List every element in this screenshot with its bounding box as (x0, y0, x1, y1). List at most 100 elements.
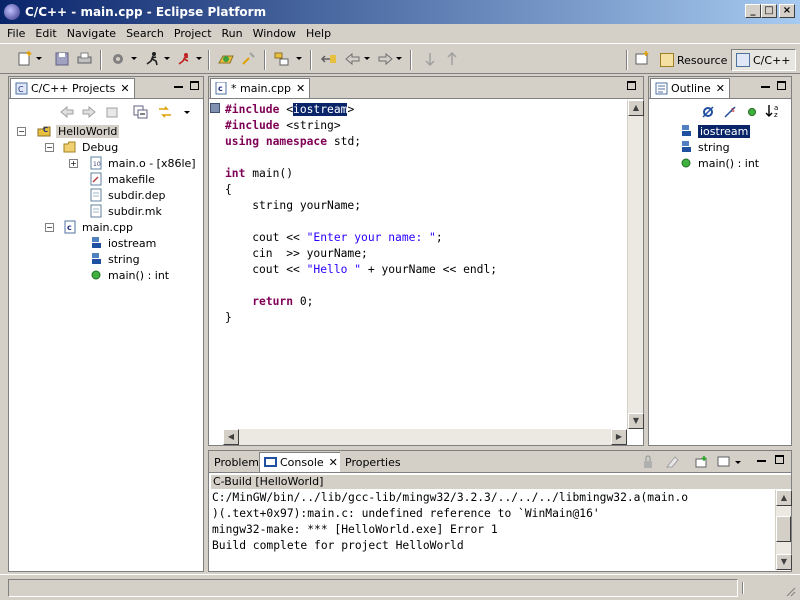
outline-item-iostream[interactable]: iostream (679, 123, 751, 139)
debug-icon[interactable] (176, 51, 194, 67)
editor-vertical-scrollbar[interactable]: ▲ ▼ (627, 100, 644, 429)
maximize-view-icon[interactable] (775, 455, 787, 467)
scroll-left-icon[interactable]: ◀ (223, 429, 239, 445)
back-icon[interactable] (344, 51, 362, 67)
run-dropdown-icon[interactable] (164, 57, 170, 60)
next-annotation-icon[interactable] (422, 51, 440, 67)
perspective-cpp[interactable]: C/C++ (731, 49, 796, 71)
tree-item-iostream[interactable]: iostream (89, 235, 156, 251)
run-icon[interactable] (144, 51, 162, 67)
tree-item-main-o[interactable]: 10 main.o - [x86le] (89, 155, 196, 171)
close-button[interactable]: × (779, 4, 795, 18)
hide-static-icon[interactable]: s (723, 105, 737, 122)
outline-item-main-function[interactable]: main() : int (679, 155, 759, 171)
menu-project[interactable]: Project (169, 27, 217, 40)
search-icon[interactable] (240, 51, 258, 67)
prev-annotation-icon[interactable] (444, 51, 462, 67)
minimize-button[interactable]: _ (745, 4, 761, 18)
scroll-up-icon[interactable]: ▲ (776, 490, 792, 506)
collapse-toggle-icon[interactable]: − (45, 223, 54, 232)
scroll-lock-icon[interactable] (641, 455, 655, 472)
back-nav-icon[interactable] (59, 105, 75, 122)
sort-icon[interactable]: az (765, 103, 783, 122)
console-output[interactable]: C:/MinGW/bin/../lib/gcc-lib/mingw32/3.2.… (210, 490, 774, 570)
debug-dropdown-icon[interactable] (196, 57, 202, 60)
outline-item-string[interactable]: string (679, 139, 730, 155)
new-icon[interactable] (16, 51, 34, 67)
tab-main-cpp[interactable]: c * main.cpp ✕ (210, 78, 311, 98)
hide-non-public-icon[interactable] (745, 105, 759, 122)
forward-dropdown-icon[interactable] (396, 57, 402, 60)
minimize-view-icon[interactable] (761, 81, 773, 93)
tree-item-subdir-mk[interactable]: subdir.mk (89, 203, 162, 219)
pin-console-icon[interactable] (695, 455, 709, 472)
forward-icon[interactable] (376, 51, 394, 67)
menu-bar: File Edit Navigate Search Project Run Wi… (0, 24, 800, 43)
menu-edit[interactable]: Edit (30, 27, 61, 40)
tab-outline[interactable]: Outline ✕ (650, 78, 731, 98)
forward-nav-icon[interactable] (81, 105, 97, 122)
maximize-view-icon[interactable] (777, 81, 789, 93)
scroll-thumb[interactable] (776, 516, 791, 542)
tab-cpp-projects[interactable]: C C/C++ Projects ✕ (10, 78, 135, 98)
perspective-resource[interactable]: Resource (656, 49, 731, 71)
build-icon[interactable] (110, 51, 128, 67)
tree-item-helloworld[interactable]: C HelloWorld (37, 123, 120, 139)
collapse-toggle-icon[interactable]: − (45, 143, 54, 152)
console-line: Build complete for project HelloWorld (212, 539, 464, 552)
tree-item-string[interactable]: string (89, 251, 140, 267)
menu-file[interactable]: File (2, 27, 30, 40)
link-editor-icon[interactable] (157, 105, 173, 122)
view-menu-icon[interactable] (184, 111, 190, 114)
display-console-icon[interactable] (717, 455, 731, 472)
display-console-dropdown-icon[interactable] (735, 461, 741, 464)
collapse-toggle-icon[interactable]: − (17, 127, 26, 136)
scroll-right-icon[interactable]: ▶ (611, 429, 627, 445)
scroll-down-icon[interactable]: ▼ (776, 554, 792, 570)
open-perspective-icon[interactable] (634, 51, 652, 67)
editor-horizontal-scrollbar[interactable]: ◀ ▶ (223, 429, 627, 445)
tree-item-subdir-dep[interactable]: subdir.dep (89, 187, 165, 203)
close-tab-icon[interactable]: ✕ (329, 456, 338, 469)
save-icon[interactable] (54, 51, 72, 67)
open-type-icon[interactable] (218, 51, 236, 67)
back-dropdown-icon[interactable] (364, 57, 370, 60)
menu-navigate[interactable]: Navigate (62, 27, 121, 40)
code-editor[interactable]: #include <iostream> #include <string> us… (209, 100, 644, 445)
close-tab-icon[interactable]: ✕ (296, 82, 305, 95)
up-nav-icon[interactable] (105, 105, 121, 122)
expand-toggle-icon[interactable]: + (69, 159, 78, 168)
tree-item-debug[interactable]: Debug (63, 139, 118, 155)
hide-fields-icon[interactable] (701, 105, 715, 122)
menu-search[interactable]: Search (121, 27, 169, 40)
menu-window[interactable]: Window (248, 27, 301, 40)
tree-item-main-cpp[interactable]: c main.cpp (63, 219, 133, 235)
minimize-view-icon[interactable] (174, 81, 186, 93)
collapse-all-icon[interactable] (133, 105, 149, 122)
tree-item-main-function[interactable]: main() : int (89, 267, 169, 283)
toggle-view-dropdown-icon[interactable] (296, 57, 302, 60)
minimize-view-icon[interactable] (757, 455, 769, 467)
menu-help[interactable]: Help (301, 27, 336, 40)
close-tab-icon[interactable]: ✕ (716, 82, 725, 95)
tab-console[interactable]: Console ✕ (259, 452, 343, 472)
maximize-view-icon[interactable] (190, 81, 202, 93)
maximize-editor-icon[interactable] (627, 81, 639, 93)
clear-console-icon[interactable] (665, 455, 679, 472)
print-icon[interactable] (76, 51, 94, 67)
close-tab-icon[interactable]: ✕ (120, 82, 129, 95)
status-field (8, 579, 738, 597)
title-bar[interactable]: C/C++ - main.cpp - Eclipse Platform _ □ … (0, 0, 800, 24)
menu-run[interactable]: Run (217, 27, 248, 40)
scroll-up-icon[interactable]: ▲ (628, 100, 644, 116)
tree-item-makefile[interactable]: makefile (89, 171, 155, 187)
last-edit-icon[interactable] (320, 51, 338, 67)
console-vertical-scrollbar[interactable]: ▲ ▼ (775, 490, 792, 570)
tab-properties[interactable]: Properties (340, 452, 406, 472)
scroll-down-icon[interactable]: ▼ (628, 413, 644, 429)
build-dropdown-icon[interactable] (131, 57, 137, 60)
new-dropdown-icon[interactable] (36, 57, 42, 60)
toggle-view-icon[interactable] (274, 51, 292, 67)
maximize-button[interactable]: □ (761, 4, 777, 18)
resize-grip-icon[interactable] (784, 585, 796, 600)
